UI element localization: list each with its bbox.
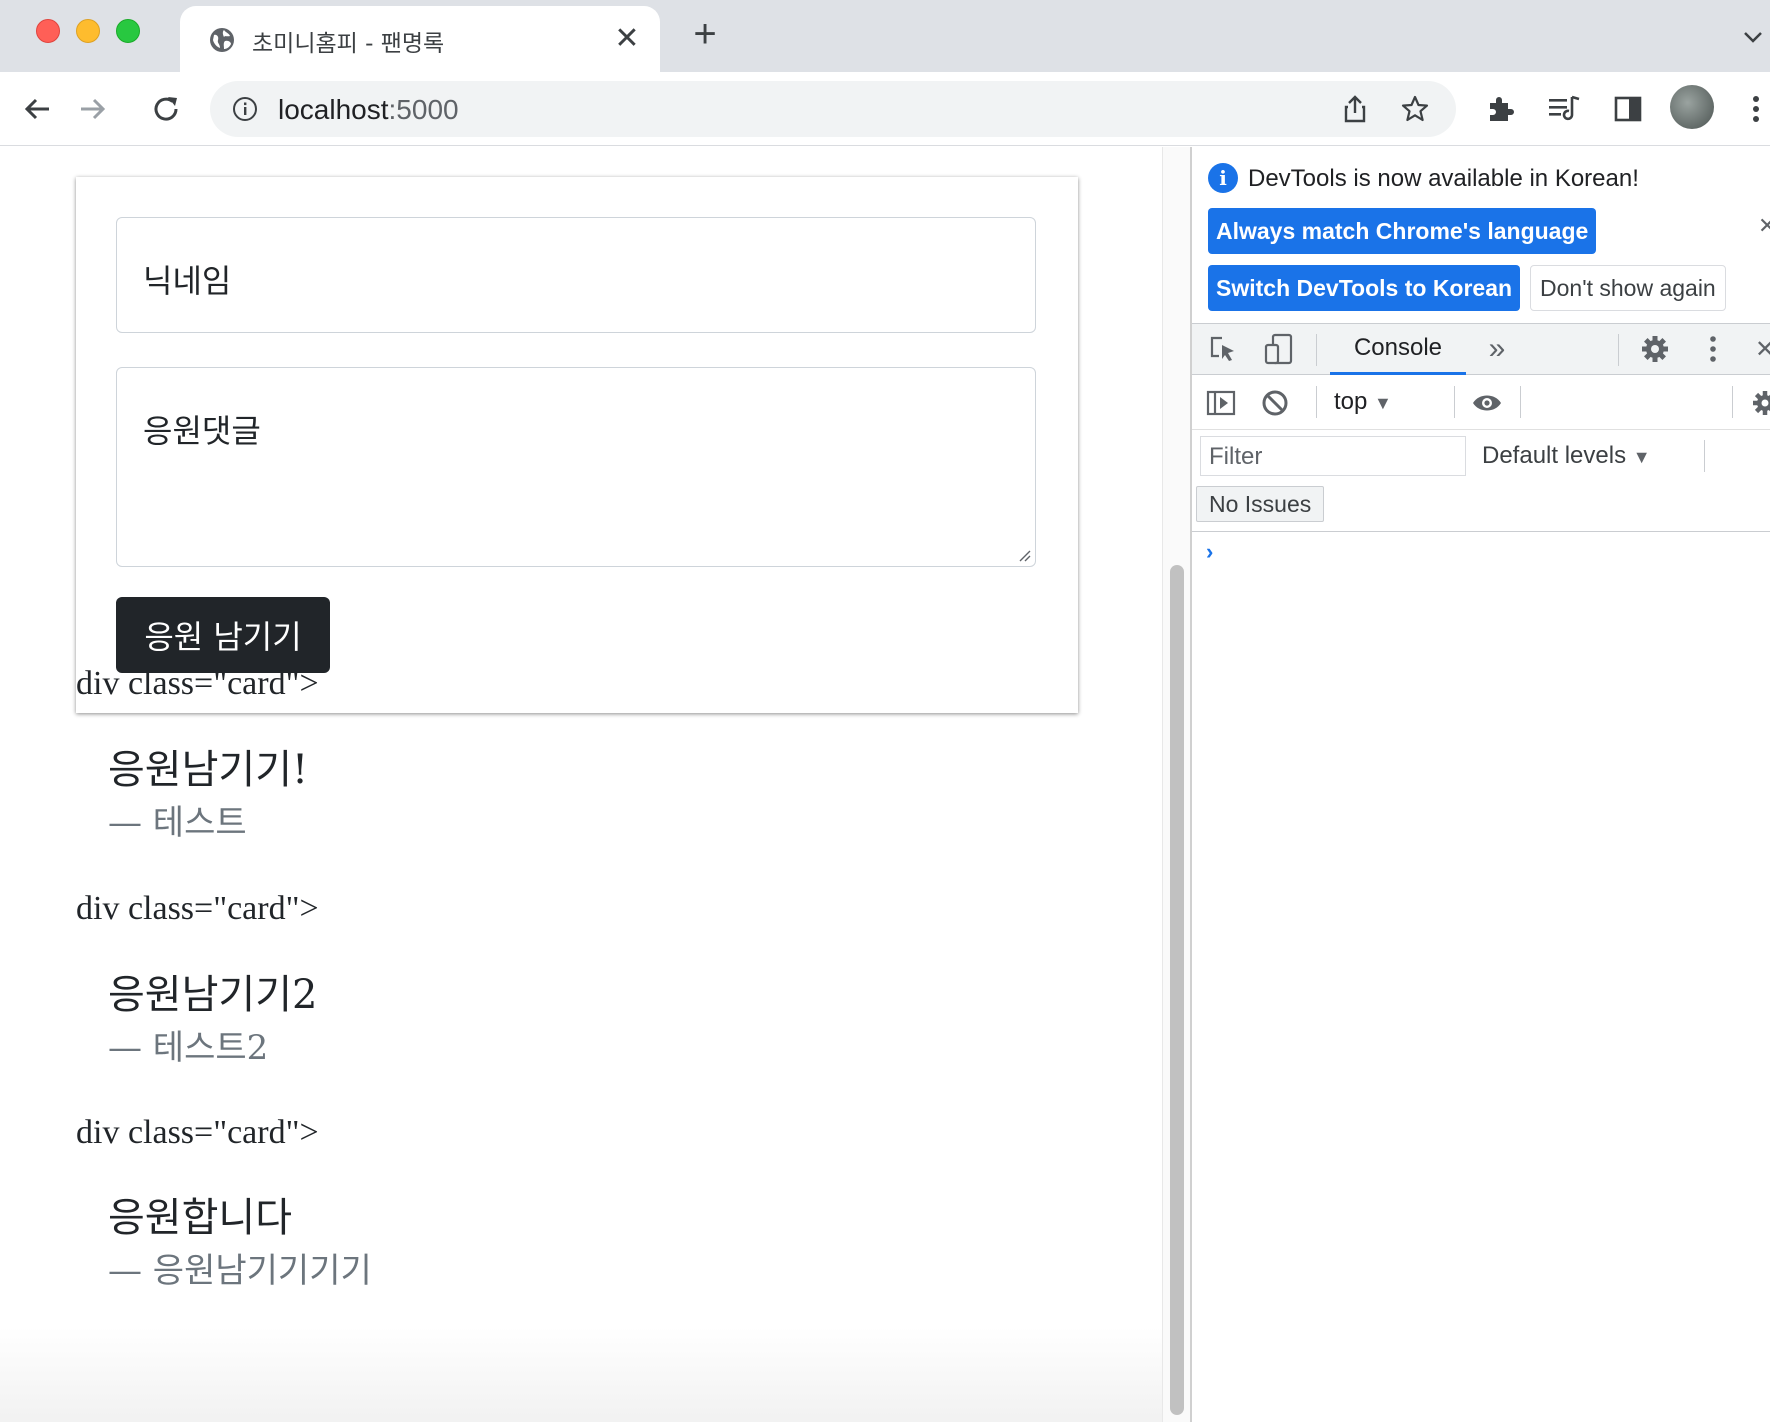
url-host: localhost	[278, 94, 389, 125]
playlist-music-icon	[1549, 95, 1580, 121]
comment-author: — 응원남기기기기	[108, 1251, 372, 1291]
console-settings-icon[interactable]	[1748, 386, 1770, 420]
page-viewport: 닉네임 응원댓글 응원 남기기 div class="card"> 응원남기기!…	[0, 147, 1162, 1422]
chevron-down-icon[interactable]	[1740, 24, 1766, 50]
language-banner-text: DevTools is now available in Korean!	[1248, 165, 1639, 192]
comment-text: 응원남기기2	[108, 972, 318, 1018]
scrollbar-thumb[interactable]	[1170, 565, 1184, 1415]
url-text[interactable]: localhost:5000	[278, 94, 459, 126]
stray-markup-text: div class="card">	[76, 1114, 319, 1151]
bookmark-star-icon[interactable]	[1400, 94, 1430, 124]
arrow-left-icon	[24, 98, 49, 120]
stray-markup-text: div class="card">	[76, 890, 319, 927]
sidebar-toggle-icon[interactable]	[1204, 386, 1238, 420]
close-icon[interactable]: ✕	[1758, 213, 1770, 239]
page-scrollbar[interactable]	[1162, 147, 1190, 1422]
more-vert-icon	[1753, 96, 1759, 122]
nickname-input[interactable]: 닉네임	[116, 217, 1036, 333]
media-control-button[interactable]	[1544, 89, 1584, 129]
share-icon[interactable]	[1340, 94, 1370, 124]
tab-close-icon[interactable]: ✕	[612, 24, 642, 54]
browser-toolbar: localhost:5000	[0, 72, 1770, 146]
comment-author: — 테스트2	[108, 1028, 269, 1068]
nickname-placeholder: 닉네임	[143, 262, 232, 300]
comment-text: 응원합니다	[108, 1195, 292, 1241]
no-issues-button[interactable]: No Issues	[1196, 486, 1325, 522]
close-devtools-icon[interactable]: ✕	[1748, 332, 1770, 366]
console-filter-row: Filter Default levels ▼	[1192, 430, 1770, 482]
extensions-button[interactable]	[1480, 89, 1520, 129]
stray-markup-text: div class="card">	[76, 665, 319, 702]
puzzle-icon	[1490, 97, 1514, 121]
context-selector[interactable]: top ▼	[1334, 388, 1392, 416]
chrome-menu-button[interactable]	[1736, 89, 1770, 129]
profile-avatar[interactable]	[1670, 85, 1714, 129]
comment-text: 응원남기기!	[108, 747, 309, 793]
console-prompt-icon[interactable]: ›	[1206, 539, 1213, 565]
back-button[interactable]	[18, 89, 58, 129]
dropdown-arrow-icon: ▼	[1374, 393, 1392, 413]
console-filter-input[interactable]: Filter	[1200, 436, 1466, 476]
always-match-language-button[interactable]: Always match Chrome's language	[1208, 208, 1597, 254]
side-panel-button[interactable]	[1608, 89, 1648, 129]
dont-show-again-button[interactable]: Don't show again	[1530, 265, 1726, 311]
devtools-tab-bar: Console » ✕	[1192, 323, 1770, 375]
log-levels-label: Default levels	[1482, 442, 1627, 469]
close-window-button[interactable]	[36, 19, 60, 43]
reload-icon	[154, 97, 178, 121]
info-icon: i	[1208, 163, 1238, 193]
devtools-panel: i DevTools is now available in Korean! A…	[1192, 147, 1770, 1422]
inspect-element-icon[interactable]	[1206, 332, 1240, 366]
post-form-card: 닉네임 응원댓글 응원 남기기	[76, 177, 1078, 713]
side-panel-icon	[1614, 96, 1642, 122]
context-label: top	[1334, 388, 1368, 415]
forward-button[interactable]	[72, 89, 112, 129]
new-tab-button[interactable]: +	[688, 14, 722, 54]
minimize-window-button[interactable]	[76, 19, 100, 43]
globe-icon	[210, 28, 234, 52]
switch-to-korean-button[interactable]: Switch DevTools to Korean	[1208, 265, 1521, 311]
issues-row: No Issues	[1192, 482, 1770, 532]
comment-author: — 테스트	[108, 803, 247, 843]
settings-gear-icon[interactable]	[1638, 332, 1672, 366]
clear-console-icon[interactable]	[1258, 386, 1292, 420]
page-bottom-fade	[0, 1327, 1162, 1422]
live-expression-eye-icon[interactable]	[1470, 386, 1504, 420]
filter-placeholder: Filter	[1209, 443, 1263, 470]
comment-placeholder: 응원댓글	[143, 412, 261, 450]
submit-cheer-button[interactable]: 응원 남기기	[116, 597, 330, 673]
more-vert-icon[interactable]	[1696, 332, 1730, 366]
resize-handle-icon[interactable]	[1017, 548, 1031, 562]
arrow-right-icon	[81, 98, 106, 120]
url-port: :5000	[388, 94, 459, 125]
address-bar[interactable]: localhost:5000	[210, 81, 1456, 137]
active-tab[interactable]: 초미니홈피 - 팬명록 ✕	[180, 6, 660, 72]
tab-title: 초미니홈피 - 팬명록	[252, 31, 445, 57]
dropdown-arrow-icon: ▼	[1632, 447, 1651, 467]
comment-textarea[interactable]: 응원댓글	[116, 367, 1036, 567]
more-tabs-icon[interactable]: »	[1480, 332, 1514, 366]
console-toolbar: top ▼	[1192, 376, 1770, 430]
tab-console[interactable]: Console	[1330, 324, 1466, 375]
info-icon[interactable]	[232, 96, 258, 122]
tab-strip: 초미니홈피 - 팬명록 ✕ +	[0, 0, 1770, 72]
maximize-window-button[interactable]	[116, 19, 140, 43]
log-levels-dropdown[interactable]: Default levels ▼	[1482, 442, 1651, 470]
reload-button[interactable]	[146, 89, 186, 129]
device-toolbar-icon[interactable]	[1262, 332, 1296, 366]
